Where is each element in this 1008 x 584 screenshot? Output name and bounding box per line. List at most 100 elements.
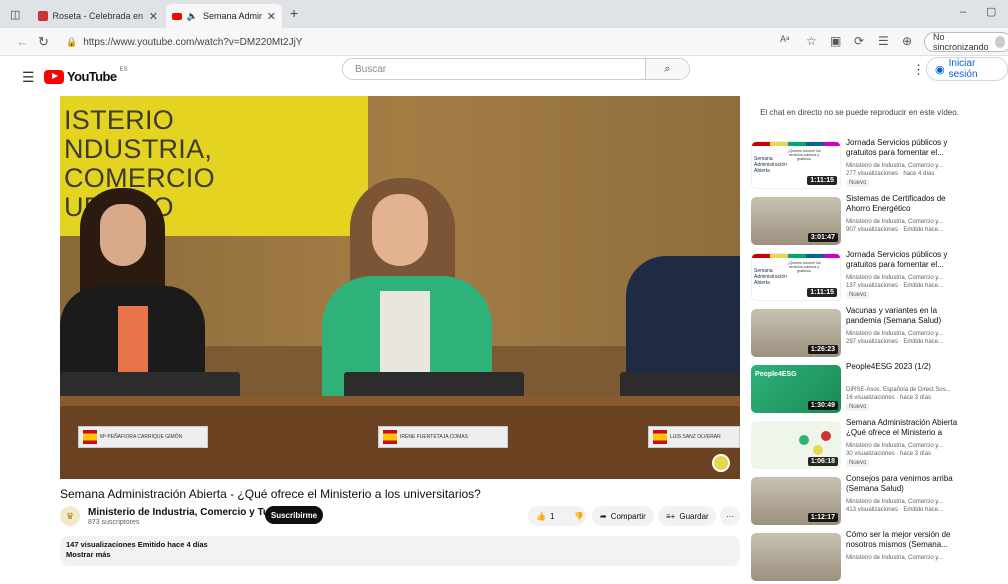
video-duration: 1:30:49	[807, 401, 838, 410]
recommendation-channel[interactable]: Ministerio de Industria, Comercio y...	[846, 274, 961, 282]
nameplate-text: IRENE FUENTETAJA COMAS	[400, 434, 468, 440]
speaker-center-face	[372, 194, 428, 266]
save-label: Guardar	[679, 511, 709, 521]
recommendation-title[interactable]: Consejos para venirnos arriba (Semana Sa…	[846, 474, 961, 494]
recommendation-title[interactable]: People4ESG 2023 (1/2)	[846, 362, 961, 372]
recommendation-item[interactable]: 1:06:18 Semana Administración Abierta ¿Qu…	[751, 418, 981, 472]
recommendation-item[interactable]: People4ESG 1:30:49 People4ESG 2023 (1/2) DI…	[751, 362, 981, 416]
recommendation-item[interactable]: Semana Administración Abierta ¿Quieres cono…	[751, 250, 981, 304]
browser-tab-bar: ◫ Roseta - Celebrada en el Ministe ✕ 🔈 S…	[0, 0, 1008, 28]
recommendation-channel[interactable]: Ministerio de Industria, Comercio y...	[846, 330, 961, 338]
recommendation-channel[interactable]: Ministerio de Industria, Comercio y...	[846, 442, 961, 450]
recommendation-meta: 30 visualizaciones · hace 3 días	[846, 451, 932, 457]
recommendation-meta: 137 visualizaciones · Emitido hace...	[846, 283, 944, 289]
recommendation-meta: 297 visualizaciones · Emitido hace...	[846, 339, 944, 345]
new-badge: Nuevo	[846, 459, 870, 467]
nameplate: Mª PEÑAFIORA CARRIQUE GIMÓN	[78, 426, 208, 448]
video-thumbnail[interactable]: 3:01:47	[751, 197, 841, 245]
tab-roseta[interactable]: Roseta - Celebrada en el Ministe ✕	[32, 4, 164, 28]
recommendation-title[interactable]: Jornada Servicios públicos y gratuitos p…	[846, 138, 961, 158]
recommendation-item[interactable]: 1:12:17 Consejos para venirnos arriba (Se…	[751, 474, 981, 528]
nameplate: LUIS SANZ OLVERAR	[648, 426, 740, 448]
recommendation-item[interactable]: Semana Administración Abierta ¿Quieres cono…	[751, 138, 981, 192]
nameplate-text: Mª PEÑAFIORA CARRIQUE GIMÓN	[100, 434, 183, 440]
video-thumbnail[interactable]	[751, 533, 841, 581]
show-more-link[interactable]: Mostrar más	[66, 550, 734, 560]
video-duration: 1:11:15	[807, 288, 837, 297]
youtube-favicon-icon	[172, 12, 182, 20]
new-tab-button[interactable]: +	[290, 5, 298, 21]
recommendation-channel[interactable]: Ministerio de Industria, Comercio y...	[846, 498, 961, 506]
address-bar[interactable]: 🔒 https://www.youtube.com/watch?v=DM220M…	[58, 32, 758, 52]
signin-label: Iniciar sesión	[948, 58, 978, 80]
tab-actions-icon[interactable]: ◫	[10, 8, 20, 21]
search-button[interactable]: ⌕	[645, 59, 689, 79]
video-duration: 1:26:23	[807, 345, 838, 354]
share-button[interactable]: ➦ Compartir	[592, 506, 654, 526]
youtube-play-icon	[44, 69, 64, 84]
tab-title: Semana Administración Abi	[203, 11, 262, 21]
video-thumbnail[interactable]: 1:26:23	[751, 309, 841, 357]
more-options-icon[interactable]: ⋮	[912, 62, 925, 78]
maximize-icon[interactable]: ▢	[986, 5, 996, 18]
like-icon[interactable]: 👍	[536, 512, 546, 521]
refresh-extension-icon[interactable]: ⟳	[854, 34, 864, 48]
subscribe-button[interactable]: Suscribirme	[265, 506, 323, 524]
audio-playing-icon[interactable]: 🔈	[187, 11, 198, 22]
recommendation-title[interactable]: Jornada Servicios públicos y gratuitos p…	[846, 250, 961, 270]
spain-flag-icon	[653, 430, 667, 444]
spain-flag-icon	[83, 430, 97, 444]
search-box: ⌕	[342, 58, 690, 80]
recommendation-channel[interactable]: Ministerio de Industria, Comercio y...	[846, 554, 961, 562]
subscriber-count: 873 suscriptores	[88, 519, 140, 526]
browser-toolbar: ← ↻ 🔒 https://www.youtube.com/watch?v=DM…	[0, 28, 1008, 56]
description-box[interactable]: 147 visualizaciones Emitido hace 4 días …	[60, 536, 740, 566]
star-icon[interactable]: ☆	[806, 34, 817, 48]
read-aloud-icon[interactable]: Aᵃ	[780, 34, 789, 44]
channel-watermark-icon[interactable]	[712, 454, 730, 472]
close-tab-icon[interactable]: ✕	[267, 10, 276, 23]
video-duration: 3:01:47	[807, 233, 838, 242]
video-thumbnail[interactable]: Semana Administración Abierta ¿Quieres cono…	[751, 141, 841, 189]
speaker-left-face	[100, 204, 146, 266]
recommendation-meta: 277 visualizaciones · hace 4 días	[846, 171, 935, 177]
share-label: Compartir	[610, 511, 646, 521]
tab-youtube[interactable]: 🔈 Semana Administración Abi ✕	[166, 4, 282, 28]
recommendation-title[interactable]: Vacunas y variantes en la pandemia (Sema…	[846, 306, 961, 326]
reload-icon[interactable]: ↻	[38, 34, 49, 50]
recommendation-meta: 16 visualizaciones · hace 3 días	[846, 395, 932, 401]
recommendation-title[interactable]: Sistemas de Certificados de Ahorro Energ…	[846, 194, 961, 214]
favorites-icon[interactable]: ☰	[878, 34, 889, 48]
recommendation-item[interactable]: Cómo ser la mejor versión de nosotros mi…	[751, 530, 981, 584]
recommendation-meta: 413 visualizaciones · Emitido hace...	[846, 507, 944, 513]
hamburger-menu-icon[interactable]: ☰	[22, 69, 35, 86]
recommendation-channel[interactable]: DIRSE-Asoc. Española de Direct.Sos...	[846, 386, 961, 394]
video-player[interactable]: ISTERIO NDUSTRIA, COMERCIO URISMO Mª PEÑ…	[60, 96, 740, 479]
video-thumbnail[interactable]: People4ESG 1:30:49	[751, 365, 841, 413]
video-thumbnail[interactable]: Semana Administración Abierta ¿Quieres cono…	[751, 253, 841, 301]
video-thumbnail[interactable]: 1:12:17	[751, 477, 841, 525]
youtube-logo[interactable]: YouTube ES	[44, 67, 128, 84]
more-actions-button[interactable]: ···	[720, 506, 740, 526]
spain-flag-icon	[383, 430, 397, 444]
recommendation-title[interactable]: Cómo ser la mejor versión de nosotros mi…	[846, 530, 961, 550]
profile-sync-button[interactable]: No sincronizando	[924, 32, 1008, 52]
signin-button[interactable]: ◉ Iniciar sesión	[926, 57, 1008, 81]
save-button[interactable]: ≡+ Guardar	[658, 506, 716, 526]
recommendation-item[interactable]: 3:01:47 Sistemas de Certificados de Ahorr…	[751, 194, 981, 248]
back-icon[interactable]: ←	[16, 34, 29, 49]
channel-avatar[interactable]: ♛	[60, 506, 80, 526]
search-input[interactable]	[343, 59, 645, 79]
recommendation-channel[interactable]: Ministerio de Industria, Comercio y...	[846, 218, 961, 226]
recommendation-item[interactable]: 1:26:23 Vacunas y variantes en la pandemi…	[751, 306, 981, 360]
collections-icon[interactable]: ⊕	[902, 34, 912, 48]
extension-icon[interactable]: ▣	[830, 34, 841, 48]
close-tab-icon[interactable]: ✕	[149, 10, 158, 23]
dislike-icon[interactable]: 👎	[574, 512, 584, 521]
new-badge: Nuevo	[846, 403, 870, 411]
recommendation-channel[interactable]: Ministerio de Industria, Comercio y...	[846, 162, 961, 170]
recommendation-title[interactable]: Semana Administración Abierta ¿Qué ofrec…	[846, 418, 961, 439]
video-duration: 1:11:15	[807, 176, 837, 185]
minimize-icon[interactable]: –	[960, 6, 966, 18]
video-thumbnail[interactable]: 1:06:18	[751, 421, 841, 469]
